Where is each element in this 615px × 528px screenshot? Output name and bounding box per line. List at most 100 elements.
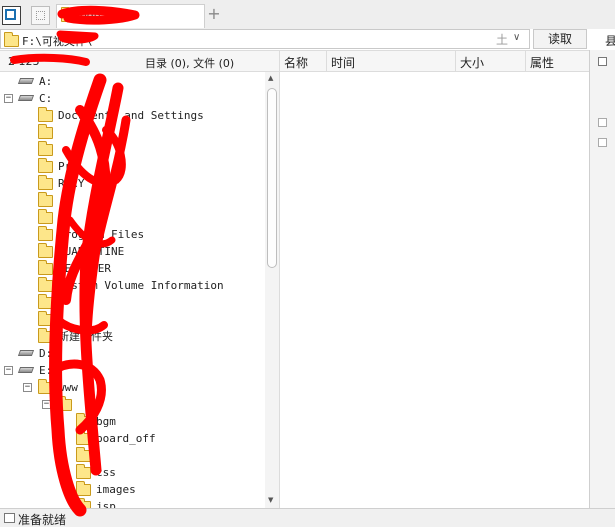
window-layout-icon[interactable]: [2, 6, 21, 25]
drive-icon: [18, 365, 34, 375]
scroll-up-icon[interactable]: ▲: [268, 74, 273, 82]
tree-header-text: 2 123: [8, 55, 40, 68]
tree-item-folder[interactable]: images: [0, 481, 262, 498]
address-field[interactable]: F:\可视文件\ 土 ∨: [0, 29, 530, 49]
tree-item-folder[interactable]: −: [0, 396, 262, 413]
address-path: F:\可视文件\: [22, 35, 93, 48]
folder-icon: [76, 464, 91, 479]
tree-item-folder[interactable]: RECY: [0, 175, 262, 192]
status-text: 准备就绪: [18, 513, 67, 527]
chevron-down-icon[interactable]: ∨: [513, 32, 520, 43]
folder-icon: [38, 294, 53, 309]
tree-item-label: 新建文件夹: [58, 330, 113, 343]
tree-item-folder[interactable]: Documents and Settings: [0, 107, 262, 124]
tree-item-folder[interactable]: [0, 141, 262, 158]
add-tab-button[interactable]: +: [206, 4, 222, 24]
tab-active[interactable]: edu. cn: [56, 4, 205, 28]
folder-icon: [38, 277, 53, 292]
collapse-icon[interactable]: [598, 57, 607, 66]
folder-icon: [38, 328, 53, 343]
drive-icon: [18, 76, 34, 86]
tree-item-folder[interactable]: QUARANTINE: [0, 243, 262, 260]
folder-icon: [38, 209, 53, 224]
read-button[interactable]: 读取: [533, 29, 587, 49]
folder-icon: [4, 32, 19, 47]
scroll-thumb[interactable]: [267, 88, 277, 268]
tree-item-folder[interactable]: − www: [0, 379, 262, 396]
column-header-attr[interactable]: 属性: [530, 54, 554, 71]
tree-item-folder[interactable]: bgm: [0, 413, 262, 430]
tree-item-folder[interactable]: css: [0, 464, 262, 481]
tree-item-folder[interactable]: [0, 447, 262, 464]
tree-item-folder[interactable]: [0, 311, 262, 328]
folder-icon: [38, 124, 53, 139]
tree-item-label: jsp: [96, 500, 116, 508]
option-checkbox[interactable]: [598, 138, 607, 147]
collapse-toggle-icon[interactable]: −: [42, 400, 51, 409]
tree-item-folder[interactable]: Pr: [0, 158, 262, 175]
folder-icon: [38, 107, 53, 122]
tree-item-label: C:: [39, 92, 53, 105]
tree-item-folder[interactable]: [0, 294, 262, 311]
tree-item-folder[interactable]: [0, 209, 262, 226]
column-divider: [279, 51, 280, 71]
tree-item-label: RECYCLER: [58, 262, 111, 275]
tree-item-folder[interactable]: 新建文件夹: [0, 328, 262, 345]
folder-icon: [61, 7, 76, 22]
tree-item-label: Program Files: [58, 228, 145, 241]
side-pane: [589, 50, 615, 508]
tree-item-label: images: [96, 483, 136, 496]
folder-icon: [57, 396, 72, 411]
address-extra-icon[interactable]: 土: [496, 31, 508, 48]
column-divider: [326, 51, 327, 71]
dir-file-count: 目录 (0), 文件 (0): [145, 57, 235, 70]
tree-item-drive[interactable]: A:: [0, 73, 262, 90]
list-header: 2 123 目录 (0), 文件 (0) 名称 时间 大小 属性: [0, 50, 589, 72]
folder-icon: [76, 430, 91, 445]
folder-tree: ▲ ▼ A: − C: Documents and Settings Pr RECY Pro…: [0, 72, 280, 508]
tree-item-label: www: [58, 381, 78, 394]
tree-item-label: Pr: [58, 160, 72, 173]
folder-icon: [38, 311, 53, 326]
tree-item-drive[interactable]: D:: [0, 345, 262, 362]
tree-item-label: System Volume Information: [58, 279, 224, 292]
column-header-time[interactable]: 时间: [331, 54, 355, 71]
tree-item-label: QUARANTINE: [58, 245, 125, 258]
window-toggle-icon[interactable]: [31, 6, 50, 25]
collapse-toggle-icon[interactable]: −: [4, 94, 13, 103]
tree-item-folder[interactable]: [0, 192, 262, 209]
folder-icon: [38, 175, 53, 190]
tree-item-label: E:: [39, 364, 53, 377]
folder-icon: [38, 192, 53, 207]
address-bar: F:\可视文件\ 土 ∨ 读取 县: [0, 29, 615, 50]
column-header-size[interactable]: 大小: [460, 54, 484, 71]
tree-item-folder[interactable]: jsp: [0, 498, 262, 508]
tab-title: edu. cn: [80, 9, 121, 22]
tree-item-folder[interactable]: RECYCLER: [0, 260, 262, 277]
folder-icon: [38, 226, 53, 241]
vertical-scrollbar[interactable]: ▲ ▼: [265, 72, 279, 508]
collapse-toggle-icon[interactable]: −: [4, 366, 13, 375]
folder-icon: [76, 498, 91, 508]
tree-item-label: RECY: [58, 177, 85, 190]
file-list[interactable]: [280, 72, 589, 508]
tree-item-drive[interactable]: − E:: [0, 362, 262, 379]
folder-icon: [38, 141, 53, 156]
folder-icon: [76, 447, 91, 462]
drive-icon: [18, 93, 34, 103]
drive-icon: [18, 348, 34, 358]
tree-item-folder[interactable]: Program Files: [0, 226, 262, 243]
tree-item-folder[interactable]: board_off: [0, 430, 262, 447]
option-checkbox[interactable]: [598, 118, 607, 127]
column-header-name[interactable]: 名称: [284, 54, 308, 71]
tab-strip: edu. cn +: [0, 0, 615, 30]
tree-item-label: css: [96, 466, 116, 479]
scroll-down-icon[interactable]: ▼: [268, 496, 273, 504]
tree-item-folder[interactable]: System Volume Information: [0, 277, 262, 294]
status-bar: 准备就绪: [0, 508, 615, 527]
tree-item-label: Documents and Settings: [58, 109, 204, 122]
tree-item-folder[interactable]: [0, 124, 262, 141]
tree-item-drive[interactable]: − C:: [0, 90, 262, 107]
right-pane-label: 县: [605, 34, 615, 48]
collapse-toggle-icon[interactable]: −: [23, 383, 32, 392]
